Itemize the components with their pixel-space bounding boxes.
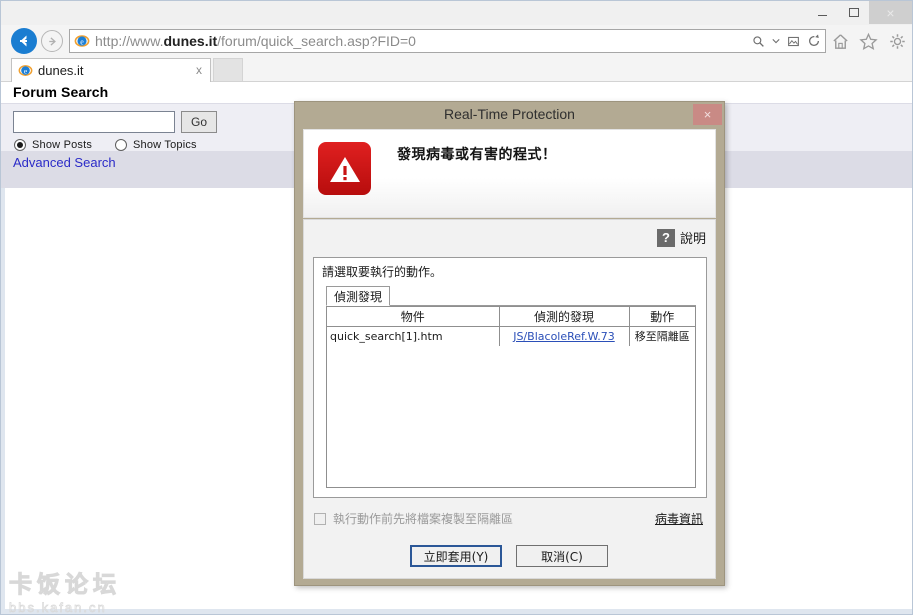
browser-window: × e http://www.dunes.it/forum/quick_sear… <box>0 0 913 615</box>
radio-show-posts[interactable]: Show Posts <box>14 139 92 151</box>
warning-triangle-icon <box>318 142 371 195</box>
back-arrow-icon <box>20 35 27 47</box>
radio-dot-icon <box>14 139 26 151</box>
dialog-body: ? 說明 請選取要執行的動作。 偵測發現 物件 偵測的發現 動作 quick_s… <box>303 219 716 579</box>
compatibility-view-icon[interactable] <box>787 35 800 48</box>
address-bar[interactable]: e http://www.dunes.it/forum/quick_search… <box>69 29 826 53</box>
cell-action: 移至隔離區 <box>629 326 695 346</box>
dialog-heading: 發現病毒或有害的程式！ <box>397 147 557 163</box>
virus-info-link[interactable]: 病毒資訊 <box>655 510 703 527</box>
dialog-header: 發現病毒或有害的程式！ <box>303 129 716 218</box>
search-input[interactable] <box>13 111 175 133</box>
address-bar-icons <box>752 30 821 52</box>
action-panel: 請選取要執行的動作。 偵測發現 物件 偵測的發現 動作 quick_search… <box>313 257 707 498</box>
page-left-rule <box>1 188 5 614</box>
dialog-close-button[interactable]: × <box>693 104 722 125</box>
tab-detections[interactable]: 偵測發現 <box>326 286 391 306</box>
star-icon[interactable] <box>859 32 879 51</box>
close-icon: × <box>886 4 895 21</box>
browser-tab-label: dunes.it <box>38 63 84 78</box>
address-domain: dunes.it <box>163 33 218 49</box>
cell-object: quick_search[1].htm <box>327 326 500 346</box>
browser-toolbar-icons <box>826 28 912 54</box>
gear-icon[interactable] <box>888 32 907 51</box>
maximize-icon <box>848 8 859 17</box>
forward-arrow-icon <box>48 36 56 46</box>
refresh-icon[interactable] <box>807 34 821 48</box>
browser-navigation-bar: e http://www.dunes.it/forum/quick_search… <box>1 25 912 57</box>
close-icon: × <box>703 107 712 122</box>
forward-button[interactable] <box>41 30 63 52</box>
real-time-protection-dialog: Real-Time Protection × 發現病毒或有害的程式！ ? 說明 <box>294 101 725 586</box>
radio-show-topics[interactable]: Show Topics <box>115 139 197 151</box>
dialog-tabstrip: 偵測發現 <box>326 286 696 306</box>
minimize-icon <box>818 15 827 16</box>
action-prompt: 請選取要執行的動作。 <box>322 265 443 279</box>
copy-to-vault-label: 執行動作前先將檔案複製至隔離區 <box>333 512 514 526</box>
detections-table: 物件 偵測的發現 動作 quick_search[1].htm JS/Blaco… <box>327 307 695 346</box>
detections-results-box: 物件 偵測的發現 動作 quick_search[1].htm JS/Blaco… <box>326 306 696 488</box>
table-row[interactable]: quick_search[1].htm JS/BlacoleRef.W.73 移… <box>327 326 695 346</box>
column-header-detection: 偵測的發現 <box>499 307 630 327</box>
column-header-object: 物件 <box>327 307 500 327</box>
close-button[interactable]: × <box>869 1 912 24</box>
detection-link[interactable]: JS/BlacoleRef.W.73 <box>513 330 614 343</box>
radio-show-topics-label: Show Topics <box>133 139 197 151</box>
back-button[interactable] <box>11 28 37 54</box>
svg-text:e: e <box>80 37 84 46</box>
chevron-down-icon[interactable] <box>772 37 780 45</box>
address-text: http://www.dunes.it/forum/quick_search.a… <box>95 33 416 49</box>
ie-favicon-icon: e <box>18 63 33 78</box>
dialog-title: Real-Time Protection <box>444 106 575 122</box>
dialog-titlebar[interactable]: Real-Time Protection × <box>295 102 724 129</box>
copy-to-vault-checkbox-row[interactable]: 執行動作前先將檔案複製至隔離區 <box>314 510 513 527</box>
page-bottom-rule <box>1 609 912 614</box>
cell-detection: JS/BlacoleRef.W.73 <box>499 326 630 346</box>
minimize-button[interactable] <box>807 1 838 24</box>
browser-tab[interactable]: e dunes.it x <box>11 58 211 82</box>
window-titlebar: × <box>1 1 912 25</box>
search-icon[interactable] <box>752 35 765 48</box>
browser-tabstrip: e dunes.it x <box>1 57 912 82</box>
ie-favicon-icon: e <box>74 33 90 49</box>
maximize-button[interactable] <box>838 1 869 24</box>
apply-now-button[interactable]: 立即套用(Y) <box>410 545 502 567</box>
help-row[interactable]: ? 說明 <box>656 228 706 247</box>
radio-dot-icon <box>115 139 127 151</box>
help-label: 說明 <box>679 232 706 247</box>
advanced-search-link[interactable]: Advanced Search <box>13 155 116 170</box>
table-header-row: 物件 偵測的發現 動作 <box>327 307 695 327</box>
page-title: Forum Search <box>13 84 109 100</box>
help-icon: ? <box>656 228 675 247</box>
column-header-action: 動作 <box>629 307 695 327</box>
home-icon[interactable] <box>831 32 850 51</box>
go-button[interactable]: Go <box>181 111 217 133</box>
cancel-button[interactable]: 取消(C) <box>516 545 608 567</box>
radio-show-posts-label: Show Posts <box>32 139 93 151</box>
address-suffix: /forum/quick_search.asp?FID=0 <box>217 33 416 49</box>
forum-title-band: Forum Search <box>1 82 912 103</box>
tab-close-icon[interactable]: x <box>196 63 202 77</box>
address-prefix: http://www. <box>95 33 164 49</box>
copy-to-vault-checkbox[interactable] <box>314 512 326 525</box>
new-tab-button[interactable] <box>213 58 243 81</box>
